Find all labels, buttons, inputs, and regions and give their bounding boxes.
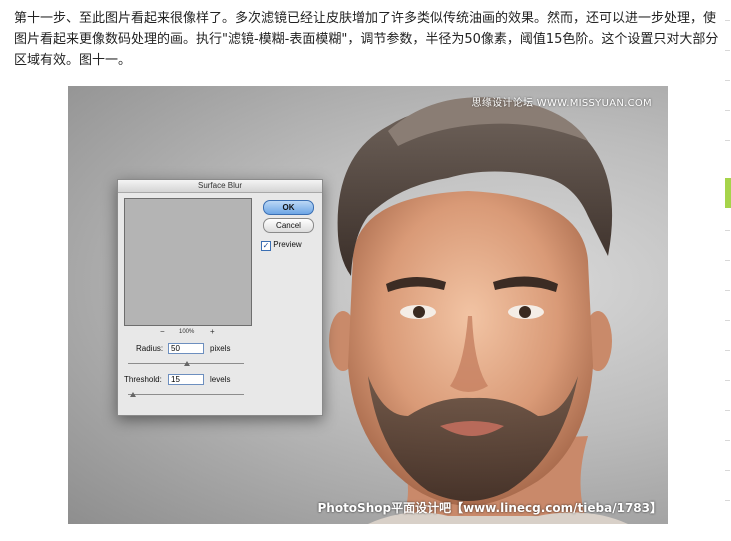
watermark-bottom: PhotoShop平面设计吧【www.linecg.com/tieba/1783… bbox=[317, 501, 662, 515]
radius-unit: pixels bbox=[210, 344, 231, 353]
preview-checkbox[interactable]: ✓ bbox=[261, 241, 271, 251]
zoom-controls: − 100% + bbox=[124, 328, 250, 338]
margin-guides bbox=[723, 0, 731, 541]
margin-accent-bar bbox=[725, 178, 731, 208]
preview-label: Preview bbox=[273, 240, 302, 249]
surface-blur-dialog: Surface Blur − 100% + OK Cancel ✓ Previe… bbox=[117, 179, 323, 416]
ok-button[interactable]: OK bbox=[263, 200, 314, 215]
zoom-in-button[interactable]: + bbox=[210, 328, 215, 336]
zoom-level: 100% bbox=[179, 329, 195, 335]
threshold-label: Threshold: bbox=[124, 375, 162, 384]
threshold-row: Threshold: levels bbox=[124, 374, 316, 386]
threshold-slider-thumb[interactable] bbox=[130, 392, 136, 397]
threshold-slider[interactable] bbox=[128, 392, 244, 397]
threshold-input[interactable] bbox=[168, 374, 204, 385]
tutorial-image: 思缘设计论坛 WWW.MISSYUAN.COM PhotoShop平面设计吧【w… bbox=[68, 86, 668, 524]
cancel-button[interactable]: Cancel bbox=[263, 218, 314, 233]
radius-input[interactable] bbox=[168, 343, 204, 354]
zoom-out-button[interactable]: − bbox=[160, 328, 165, 336]
dialog-title: Surface Blur bbox=[118, 180, 322, 193]
radius-slider[interactable] bbox=[128, 361, 244, 366]
preview-toggle[interactable]: ✓ Preview bbox=[261, 240, 302, 251]
preview-pane[interactable] bbox=[124, 198, 252, 326]
radius-row: Radius: pixels bbox=[126, 343, 316, 355]
article-paragraph: 第十一步、至此图片看起来很像样了。多次滤镜已经让皮肤增加了许多类似传统油画的效果… bbox=[14, 11, 719, 68]
watermark-top: 思缘设计论坛 WWW.MISSYUAN.COM bbox=[471, 98, 652, 109]
radius-label: Radius: bbox=[136, 344, 164, 353]
radius-slider-thumb[interactable] bbox=[184, 361, 190, 366]
threshold-unit: levels bbox=[210, 375, 231, 384]
